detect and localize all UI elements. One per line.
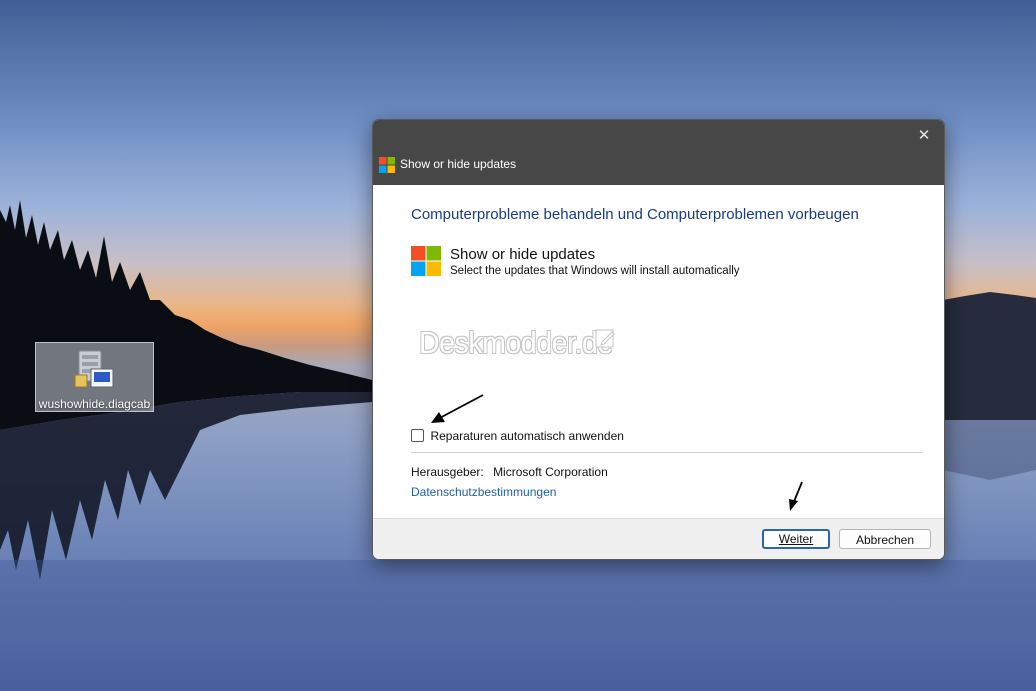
auto-repair-option[interactable]: Reparaturen automatisch anwenden — [411, 427, 624, 445]
cancel-button[interactable]: Abbrechen — [839, 529, 931, 549]
pencil-icon — [595, 329, 615, 348]
troubleshooter-package-icon — [74, 350, 113, 388]
page-heading: Computerprobleme behandeln und Computerp… — [411, 206, 859, 223]
annotation-arrow-checkbox — [431, 394, 484, 423]
troubleshooter-name: Show or hide updates — [450, 246, 596, 263]
troubleshooter-description: Select the updates that Windows will ins… — [450, 265, 740, 277]
auto-repair-checkbox[interactable] — [411, 429, 424, 442]
dialog-footer: Weiter Abbrechen — [373, 518, 944, 559]
dialog-content: Computerprobleme behandeln und Computerp… — [373, 185, 944, 518]
annotation-arrow-next — [789, 481, 803, 511]
windows-logo-icon — [379, 157, 395, 173]
windows-logo-large-icon — [411, 246, 441, 276]
close-button[interactable]: ✕ — [912, 124, 936, 148]
divider — [411, 452, 923, 453]
dialog-titlebar[interactable]: Show or hide updates ✕ — [373, 120, 944, 185]
next-button-label: Weiter — [778, 532, 814, 546]
watermark: Deskmodder.de — [419, 325, 613, 360]
desktop-file-label: wushowhide.diagcab — [38, 397, 151, 411]
dialog-title: Show or hide updates — [400, 157, 517, 171]
publisher-label: Herausgeber: — [411, 465, 484, 479]
desktop-file-icon[interactable]: wushowhide.diagcab — [35, 342, 154, 412]
publisher-info: Herausgeber: Microsoft Corporation — [411, 465, 608, 479]
close-icon: ✕ — [917, 127, 931, 144]
publisher-value: Microsoft Corporation — [493, 465, 608, 479]
troubleshooter-dialog: Show or hide updates ✕ Computerprobleme … — [372, 119, 945, 560]
cancel-button-label: Abbrechen — [855, 533, 915, 547]
privacy-link[interactable]: Datenschutzbestimmungen — [411, 485, 556, 499]
next-button[interactable]: Weiter — [762, 529, 830, 549]
auto-repair-label[interactable]: Reparaturen automatisch anwenden — [430, 429, 623, 443]
